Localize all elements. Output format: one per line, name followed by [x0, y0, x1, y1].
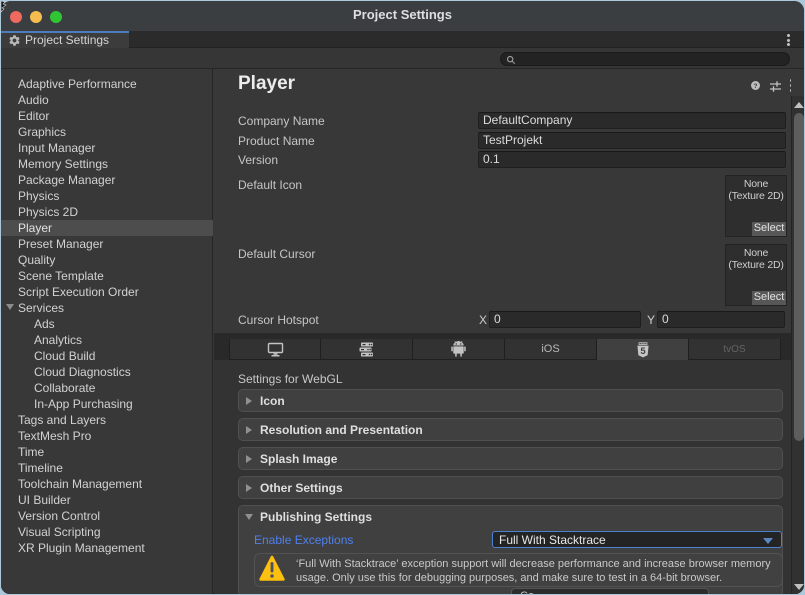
- svg-text:5: 5: [640, 346, 646, 357]
- svg-text:?: ?: [754, 83, 758, 90]
